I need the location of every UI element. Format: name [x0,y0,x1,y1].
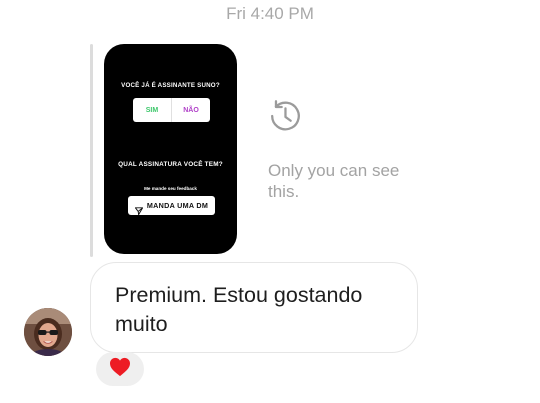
message-bubble[interactable]: Premium. Estou gostando muito [90,262,418,353]
story-question-subscription: QUAL ASSINATURA VOCÊ TEM? [118,161,223,168]
story-dm-sticker: MANDA UMA DM [128,196,215,215]
story-feedback-note: Me mande seu feedback [144,186,197,191]
history-icon [266,97,304,135]
story-question-subscriber: VOCÊ JÁ É ASSINANTE SUNO? [121,82,220,89]
story-poll: SIM NÃO [133,98,210,122]
dm-sticker-label: MANDA UMA DM [146,201,209,210]
story-reply-indicator [90,44,93,257]
message-reaction[interactable] [96,352,144,386]
poll-option-nao: NÃO [183,106,199,114]
poll-option-sim: SIM [133,98,172,122]
only-you-can-see-label: Only you can see this. [268,161,400,201]
heart-icon [109,357,131,382]
avatar[interactable] [24,308,72,356]
send-icon [134,202,143,215]
thread-timestamp: Fri 4:40 PM [226,4,314,23]
message-text: Premium. Estou gostando muito [115,283,363,336]
story-preview-card[interactable]: VOCÊ JÁ É ASSINANTE SUNO? SIM NÃO QUAL A… [104,44,237,254]
